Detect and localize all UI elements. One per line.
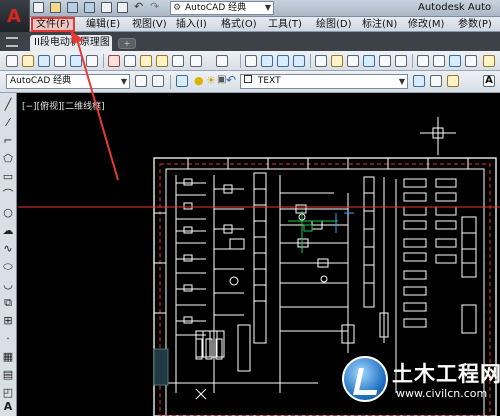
watermark: 土木工程网 www.civilcn.com: [342, 354, 500, 416]
watermark-title: 土木工程网: [392, 362, 500, 386]
watermark-url: www.civilcn.com: [396, 387, 488, 400]
watermark-logo-icon: [342, 356, 388, 402]
